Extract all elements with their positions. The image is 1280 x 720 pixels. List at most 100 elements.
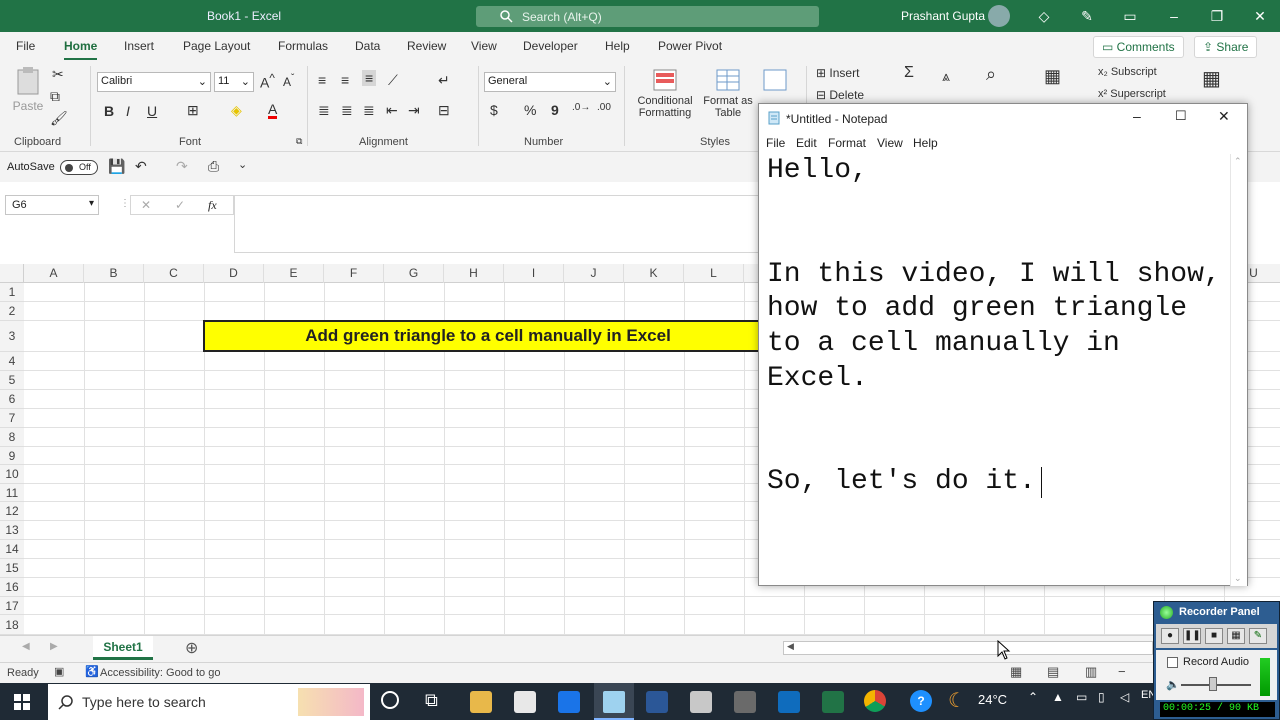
top-align-icon[interactable]: ≡ xyxy=(318,72,326,88)
tab-page-layout[interactable]: Page Layout xyxy=(183,39,250,53)
macro-record-icon[interactable]: ▣ xyxy=(54,665,64,678)
calculator-icon[interactable]: ▦ xyxy=(1202,66,1221,91)
tab-data[interactable]: Data xyxy=(355,39,380,53)
number-format-combo[interactable]: General ⌄ xyxy=(484,72,616,92)
windows-start-icon[interactable] xyxy=(14,694,30,710)
find-select-icon[interactable]: ⌕ xyxy=(986,64,996,85)
insert-cells-button[interactable]: ⊞ Insert xyxy=(816,66,859,80)
user-name[interactable]: Prashant Gupta xyxy=(901,9,985,23)
align-left-icon[interactable]: ≣ xyxy=(318,102,330,119)
row-header-13[interactable]: 13 xyxy=(0,521,24,540)
column-header-c[interactable]: C xyxy=(144,264,204,283)
record-button[interactable]: ● xyxy=(1161,628,1179,644)
row-header-1[interactable]: 1 xyxy=(0,283,24,302)
name-box[interactable]: G6 ▾ xyxy=(5,195,99,215)
temperature[interactable]: 24°C xyxy=(978,692,1007,707)
taskbar-search[interactable]: Type here to search xyxy=(48,684,370,720)
store-icon[interactable] xyxy=(514,691,536,713)
merge-center-icon[interactable]: ⊟ xyxy=(438,102,450,119)
dropbox-icon[interactable] xyxy=(558,691,580,713)
comments-button[interactable]: ▭ Comments xyxy=(1093,36,1184,58)
close-icon[interactable]: ✕ xyxy=(1218,108,1230,125)
chrome-icon[interactable] xyxy=(864,690,886,712)
row-header-6[interactable]: 6 xyxy=(0,390,24,409)
format-painter-icon[interactable]: 🖌 xyxy=(50,110,68,127)
sort-filter-icon[interactable]: ⩓ xyxy=(942,68,950,85)
align-right-icon[interactable]: ≣ xyxy=(363,102,375,119)
delete-cells-button[interactable]: ⊟ Delete xyxy=(816,88,864,102)
tray-monitor-icon[interactable]: ▭ xyxy=(1076,690,1087,704)
avatar[interactable] xyxy=(988,5,1010,27)
help-icon[interactable]: ? xyxy=(910,690,932,712)
search-box[interactable]: Search (Alt+Q) xyxy=(476,6,819,27)
excel-icon[interactable] xyxy=(822,691,844,713)
file-explorer-icon[interactable] xyxy=(470,691,492,713)
stop-button[interactable]: ■ xyxy=(1205,628,1223,644)
diamond-icon[interactable]: ◇ xyxy=(1032,4,1056,28)
percent-button[interactable]: % xyxy=(524,102,536,118)
row-header-16[interactable]: 16 xyxy=(0,578,24,597)
increase-decimal-icon[interactable]: .0→ xyxy=(572,102,590,113)
tray-app-icon[interactable]: ▲ xyxy=(1052,690,1064,704)
column-header-g[interactable]: G xyxy=(384,264,444,283)
page-layout-view-icon[interactable]: ▤ xyxy=(1047,664,1059,680)
column-header-d[interactable]: D xyxy=(204,264,264,283)
tab-formulas[interactable]: Formulas xyxy=(278,39,328,53)
underline-button[interactable]: U xyxy=(147,103,157,119)
notepad-text-area[interactable]: Hello, In this video, I will show, how t… xyxy=(767,154,1227,574)
row-header-11[interactable]: 11 xyxy=(0,484,24,502)
column-header-f[interactable]: F xyxy=(324,264,384,283)
accessibility-icon[interactable]: ♿ xyxy=(85,665,99,678)
formula-input[interactable] xyxy=(234,195,764,253)
maximize-icon[interactable]: ☐ xyxy=(1175,108,1187,124)
notepad-title-bar[interactable]: *Untitled - Notepad – ☐ ✕ xyxy=(759,104,1247,132)
cell-styles-button[interactable] xyxy=(760,68,790,95)
notepad-taskbar-button[interactable] xyxy=(594,683,634,720)
insert-function-button[interactable]: fx xyxy=(208,198,217,213)
column-header-i[interactable]: I xyxy=(504,264,564,283)
decrease-font-icon[interactable]: Aˇ xyxy=(283,73,294,89)
pen-icon[interactable]: ✎ xyxy=(1075,4,1099,28)
tab-power-pivot[interactable]: Power Pivot xyxy=(658,39,722,53)
font-name-combo[interactable]: Calibri ⌄ xyxy=(97,72,211,92)
decrease-decimal-icon[interactable]: .00 xyxy=(597,102,611,113)
banner-cell[interactable]: Add green triangle to a cell manually in… xyxy=(203,320,773,352)
menu-format[interactable]: Format xyxy=(828,136,866,150)
tab-home[interactable]: Home xyxy=(64,39,98,61)
cancel-icon[interactable]: ✕ xyxy=(141,198,151,212)
tab-file[interactable]: File xyxy=(16,39,35,53)
bold-button[interactable]: B xyxy=(104,103,114,119)
row-header-9[interactable]: 9 xyxy=(0,447,24,465)
subscript-button[interactable]: x₂ Subscript xyxy=(1098,66,1157,78)
row-header-15[interactable]: 15 xyxy=(0,559,24,578)
undo-icon[interactable]: ↶ xyxy=(135,158,147,175)
select-all-button[interactable] xyxy=(0,264,24,283)
scroll-left-icon[interactable]: ◀ xyxy=(787,641,794,652)
row-header-3[interactable]: 3 xyxy=(0,321,24,352)
comma-button[interactable]: 9 xyxy=(551,102,559,118)
menu-help[interactable]: Help xyxy=(913,136,938,150)
column-header-h[interactable]: H xyxy=(444,264,504,283)
align-center-icon[interactable]: ≣ xyxy=(341,102,353,119)
outlook-icon[interactable] xyxy=(778,691,800,713)
font-color-icon[interactable]: A xyxy=(268,102,278,119)
row-header-10[interactable]: 10 xyxy=(0,465,24,484)
word-icon[interactable] xyxy=(646,691,668,713)
bottom-align-icon[interactable]: ≡ xyxy=(362,70,377,86)
share-button[interactable]: ⇪ Share xyxy=(1194,36,1258,58)
italic-button[interactable]: I xyxy=(126,103,130,119)
battery-icon[interactable]: ▯ xyxy=(1098,690,1105,704)
paint-icon[interactable] xyxy=(690,691,712,713)
conditional-formatting-button[interactable]: Conditional Formatting xyxy=(630,68,700,119)
cut-icon[interactable]: ✂ xyxy=(52,66,64,83)
column-header-a[interactable]: A xyxy=(24,264,84,283)
dialog-launcher-icon[interactable]: ⧉ xyxy=(296,136,302,147)
fill-color-icon[interactable]: ◈ xyxy=(231,102,242,119)
next-sheet-icon[interactable]: ▶ xyxy=(50,641,58,652)
menu-edit[interactable]: Edit xyxy=(796,136,817,150)
vertical-scrollbar[interactable]: ⌃ ⌄ xyxy=(1230,154,1247,586)
decrease-indent-icon[interactable]: ⇤ xyxy=(386,102,398,119)
paste-button[interactable]: Paste xyxy=(10,66,46,116)
row-header-7[interactable]: 7 xyxy=(0,409,24,428)
volume-icon[interactable]: ◁ xyxy=(1120,690,1129,704)
